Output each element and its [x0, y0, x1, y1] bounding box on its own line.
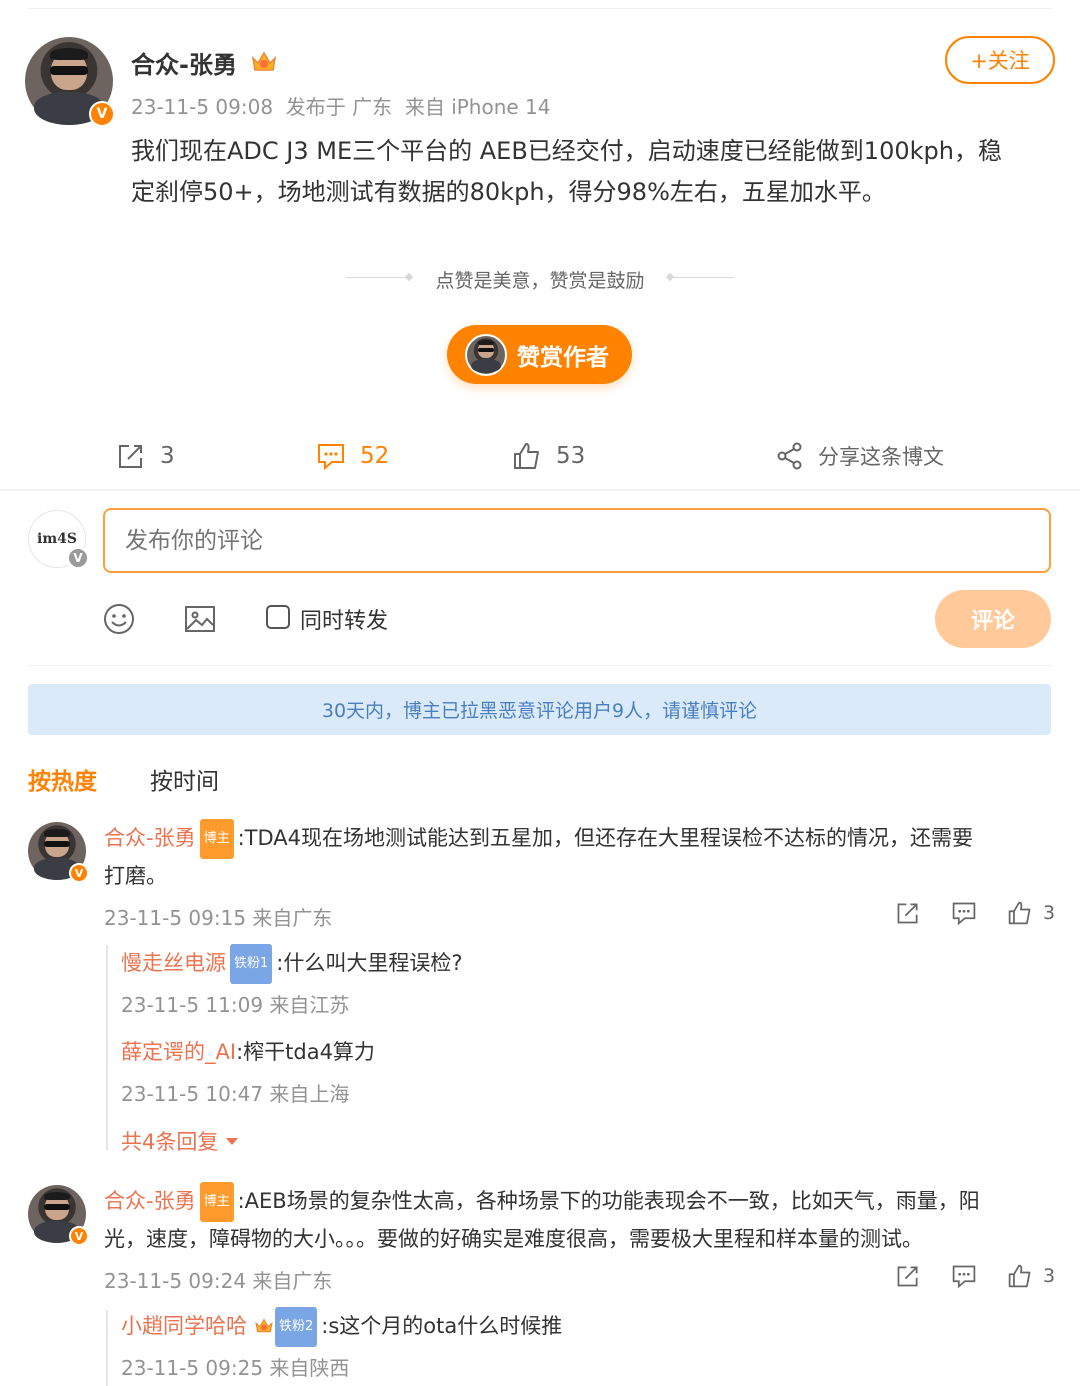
- reply-author[interactable]: 慢走丝电源: [121, 951, 226, 975]
- repost-action[interactable]: 3: [116, 440, 175, 472]
- emoji-icon[interactable]: [103, 603, 135, 635]
- reply-line: 小趙同学哈哈 铁粉2:s这个月的ota什么时候推: [121, 1307, 562, 1347]
- comment-line2: 光，速度，障碍物的大小。。。要做的好确实是难度很高，需要极大里程和样本量的测试。: [104, 1227, 923, 1251]
- like-count: 53: [556, 443, 586, 469]
- comment-action[interactable]: 52: [316, 440, 389, 472]
- comment-like-count: 3: [1043, 1265, 1056, 1287]
- comment-icon: [318, 444, 344, 471]
- reply-text: :s这个月的ota什么时候推: [321, 1314, 563, 1338]
- post-meta: 23-11-5 09:08 发布于 广东 来自 iPhone 14: [131, 95, 551, 119]
- author-avatar[interactable]: V: [25, 37, 115, 127]
- comment-line1: 合众-张勇 博主:AEB场景的复杂性太高，各种场景下的功能表现会不一致，比如天气，…: [104, 1182, 980, 1222]
- submit-comment-button[interactable]: 评论: [935, 590, 1051, 648]
- like-group[interactable]: 3: [1007, 1263, 1055, 1289]
- repost-icon: [119, 445, 142, 468]
- blogger-tag: 博主: [199, 819, 234, 859]
- tab-sort-hot[interactable]: 按热度: [28, 762, 97, 796]
- comment-input[interactable]: [103, 508, 1051, 573]
- like-action[interactable]: 53: [512, 440, 585, 472]
- comment-author[interactable]: 合众-张勇: [104, 826, 196, 850]
- reply-line: 慢走丝电源 铁粉1:什么叫大里程误检?: [121, 944, 463, 984]
- comment-like-count: 3: [1043, 902, 1056, 924]
- also-repost-checkbox[interactable]: [266, 605, 290, 629]
- reply-text: :什么叫大里程误检?: [276, 951, 463, 975]
- repost-icon[interactable]: [895, 900, 921, 926]
- reply-author[interactable]: 薛定谔的_AI: [121, 1040, 236, 1064]
- comment-line2: 打磨。: [104, 864, 167, 888]
- comment-text: :TDA4现在场地测试能达到五星加，但还存在大里程误检不达标的情况，还需要: [237, 826, 974, 850]
- verified-badge-icon: V: [89, 101, 115, 127]
- like-group[interactable]: 3: [1007, 900, 1055, 926]
- comment-actions: 3: [895, 1263, 1055, 1289]
- reply-line: 薛定谔的_AI:榨干tda4算力: [121, 1033, 375, 1071]
- repost-icon[interactable]: [895, 1263, 921, 1289]
- comment-meta: 23-11-5 09:24 来自广东: [104, 1269, 333, 1293]
- more-replies-label: 共4条回复: [121, 1130, 219, 1154]
- reply-thread-line: [106, 945, 108, 1150]
- reply-meta: 23-11-5 10:47 来自上海: [121, 1082, 350, 1106]
- crown-icon: [251, 51, 277, 71]
- crown-icon: [255, 1318, 273, 1333]
- reply-meta: 23-11-5 11:09 来自江苏: [121, 993, 350, 1017]
- reward-tip: 点赞是美意，赞赏是鼓励: [435, 270, 645, 292]
- comment-icon[interactable]: [951, 1263, 977, 1289]
- thumb-up-icon: [1008, 901, 1031, 925]
- caret-down-icon: [226, 1138, 239, 1145]
- reward-label: 赞赏作者: [517, 344, 609, 371]
- reply-thread-line: [106, 1310, 108, 1386]
- more-replies-link[interactable]: 共4条回复: [121, 1126, 239, 1156]
- comment-author[interactable]: 合众-张勇: [104, 1189, 196, 1213]
- comment-avatar[interactable]: V: [28, 822, 89, 883]
- fan-tag: 铁粉1: [230, 944, 273, 984]
- tab-sort-time[interactable]: 按时间: [150, 762, 219, 796]
- verified-badge-icon: V: [67, 547, 89, 569]
- author-name[interactable]: 合众-张勇: [131, 45, 237, 80]
- comment-avatar[interactable]: V: [28, 1185, 89, 1246]
- share-icon: [777, 442, 802, 470]
- share-action[interactable]: 分享这条博文: [776, 440, 944, 472]
- my-avatar-logo: im4S: [37, 531, 77, 547]
- comment-line1: 合众-张勇 博主:TDA4现在场地测试能达到五星加，但还存在大里程误检不达标的情况…: [104, 819, 973, 859]
- share-label: 分享这条博文: [818, 445, 944, 469]
- also-repost-label[interactable]: 同时转发: [300, 603, 388, 635]
- reply-author[interactable]: 小趙同学哈哈: [121, 1314, 247, 1338]
- thumb-up-icon: [514, 443, 539, 469]
- comment-text: :AEB场景的复杂性太高，各种场景下的功能表现会不一致，比如天气，雨量，阳: [237, 1189, 980, 1213]
- thumb-up-icon: [1008, 1264, 1031, 1288]
- block-notice: 30天内，博主已拉黑恶意评论用户9人，请谨慎评论: [28, 684, 1051, 735]
- blogger-tag: 博主: [199, 1182, 234, 1222]
- top-divider: [28, 8, 1052, 9]
- verified-badge-icon: V: [69, 1226, 89, 1246]
- fan-tag: 铁粉2: [275, 1307, 318, 1347]
- follow-button[interactable]: +关注: [945, 36, 1055, 84]
- reward-avatar: [465, 333, 507, 376]
- composer-divider: [28, 665, 1052, 666]
- actions-divider: [0, 489, 1080, 491]
- reply-meta: 23-11-5 09:25 来自陕西: [121, 1356, 350, 1380]
- comment-count: 52: [360, 443, 390, 469]
- verified-badge-icon: V: [69, 863, 89, 883]
- reward-author-button[interactable]: 赞赏作者: [447, 325, 632, 384]
- reply-text: :榨干tda4算力: [236, 1040, 375, 1064]
- comment-icon[interactable]: [951, 900, 977, 926]
- image-icon[interactable]: [184, 603, 216, 635]
- post-text-line1: 我们现在ADC J3 ME三个平台的 AEB已经交付，启动速度已经能做到100k…: [131, 137, 1002, 165]
- my-avatar[interactable]: im4S V: [28, 510, 89, 569]
- comment-meta: 23-11-5 09:15 来自广东: [104, 906, 333, 930]
- comment-actions: 3: [895, 900, 1055, 926]
- repost-count: 3: [160, 443, 175, 469]
- post-text-line2: 定刹停50+，场地测试有数据的80kph，得分98%左右，五星加水平。: [131, 178, 886, 206]
- tip-line-right: [672, 277, 734, 278]
